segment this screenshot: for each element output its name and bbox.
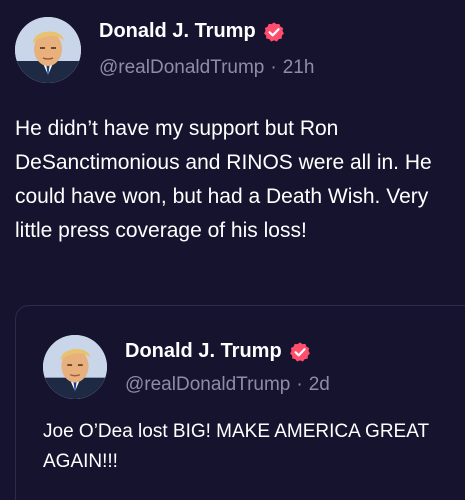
meta-separator: · [296, 374, 303, 395]
author-display-name[interactable]: Donald J. Trump [99, 20, 256, 43]
author-avatar[interactable] [15, 17, 81, 83]
quoted-author-handle[interactable]: @realDonaldTrump [125, 374, 290, 395]
quoted-author-avatar[interactable] [43, 335, 107, 399]
quoted-author-name-row: Donald J. Trump [125, 340, 311, 363]
verified-badge-icon [263, 21, 285, 43]
avatar-image [43, 335, 107, 399]
quoted-author-display-name[interactable]: Donald J. Trump [125, 340, 282, 363]
author-name-row: Donald J. Trump [99, 20, 285, 43]
post-timestamp[interactable]: 21h [283, 57, 315, 78]
quoted-post-body-text: Joe O’Dea lost BIG! MAKE AMERICA GREAT A… [43, 421, 429, 472]
quoted-post-timestamp[interactable]: 2d [309, 374, 330, 395]
avatar-image [15, 17, 81, 83]
verified-badge-icon [289, 341, 311, 363]
post: Donald J. Trump @realDonaldTrump · 21h He … [0, 0, 465, 500]
post-body-text: He didn’t have my support but Ron DeSanc… [15, 117, 432, 242]
quoted-post-card[interactable]: Donald J. Trump @realDonaldTrump · 2d Joe … [15, 305, 465, 500]
author-meta-row: @realDonaldTrump · 21h [99, 57, 314, 79]
quoted-author-meta-row: @realDonaldTrump · 2d [125, 374, 330, 396]
author-handle[interactable]: @realDonaldTrump [99, 57, 264, 78]
meta-separator: · [270, 57, 277, 78]
